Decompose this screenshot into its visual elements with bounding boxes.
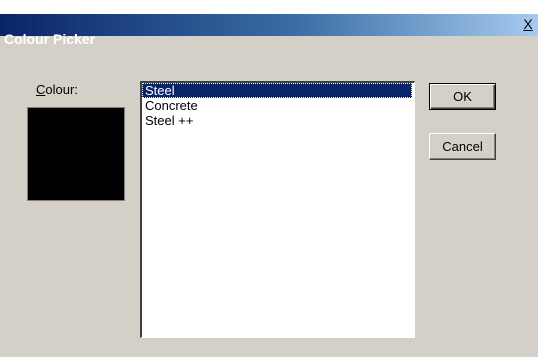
close-icon: X [523, 16, 533, 32]
colour-label: Colour: [36, 82, 78, 97]
colour-swatch [27, 107, 125, 201]
colour-label-accesskey: C [36, 82, 46, 97]
colour-picker-dialog: Colour Picker X Colour: Steel Concrete S… [0, 0, 538, 357]
colour-label-text: olour: [45, 82, 78, 97]
window-title: Colour Picker [4, 31, 96, 47]
list-item-label: Concrete [145, 98, 198, 113]
ok-button[interactable]: OK [429, 83, 496, 110]
list-item[interactable]: Steel ++ [142, 113, 414, 128]
cancel-button[interactable]: Cancel [429, 133, 496, 160]
list-item-label: Steel [145, 83, 175, 98]
title-bar: Colour Picker X [0, 0, 538, 47]
title-bar-gradient[interactable]: Colour Picker [0, 14, 538, 47]
list-item[interactable]: Steel [142, 83, 412, 98]
list-item[interactable]: Concrete [142, 98, 414, 113]
colour-list[interactable]: Steel Concrete Steel ++ [140, 81, 415, 338]
close-button[interactable]: X [520, 15, 536, 33]
list-item-label: Steel ++ [145, 113, 194, 128]
